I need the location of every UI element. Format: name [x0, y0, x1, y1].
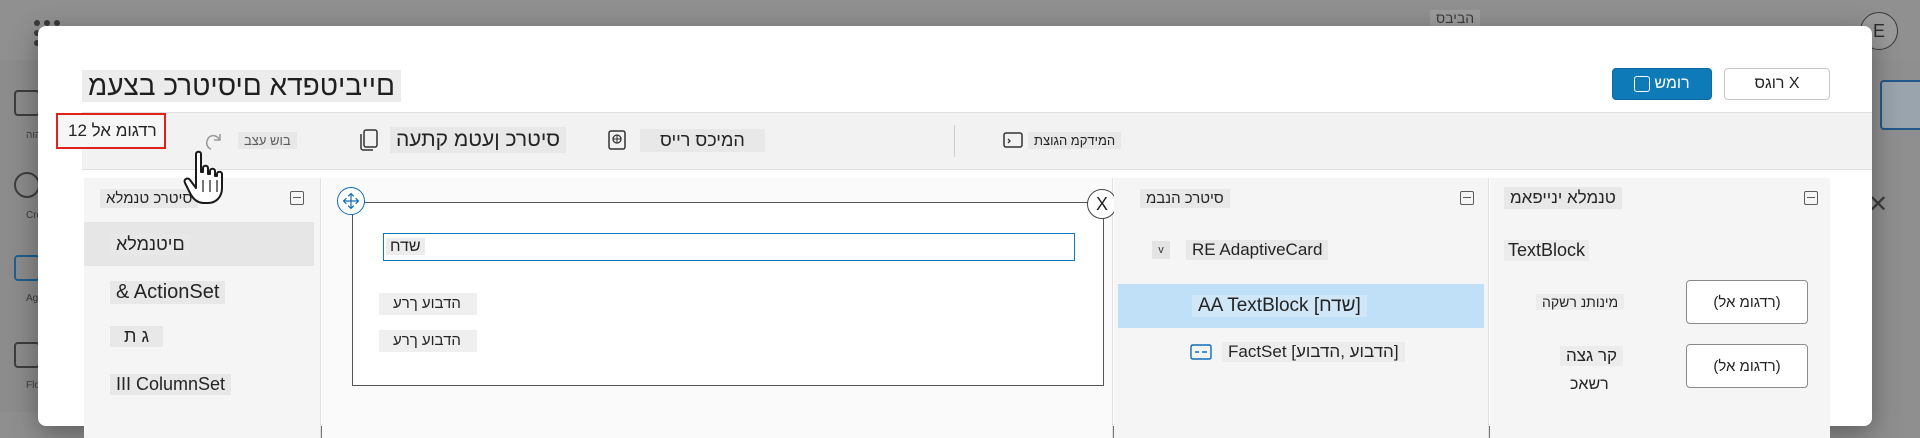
show-when-button[interactable]: (רדגומ אל) [1686, 344, 1808, 388]
card-elements-pane: סיטרכ טנמלא םיטנמלא & ActionSet ג ת III … [84, 178, 321, 438]
element-category-elements[interactable]: םיטנמלא [84, 222, 314, 266]
element-label: ג ת [110, 325, 164, 347]
create-icon [14, 172, 40, 198]
dialog-title: םייביטפדא םיסיטרכ בצעמ [82, 70, 401, 102]
card-structure-header: סיטרכ הנבמ [1140, 178, 1480, 218]
save-icon [1634, 76, 1651, 92]
schema-icon [608, 130, 626, 150]
show-when-label: קר גצה [1560, 346, 1624, 366]
agents-icon [14, 255, 40, 281]
close-button[interactable]: רוגס X [1724, 68, 1830, 100]
schema-explorer-button[interactable]: המיכס רייס [606, 123, 826, 157]
copy-card-json-label: סיטרכ ןעטמ קתעה [390, 127, 567, 153]
preview-icon [1003, 132, 1023, 148]
element-type-label: TextBlock [1504, 240, 1590, 261]
home-icon [14, 90, 40, 116]
element-properties-header: טנמלא ינייפאמ [1504, 178, 1822, 218]
tree-node-label: RE AdaptiveCard [1186, 240, 1329, 260]
collapse-icon[interactable] [290, 191, 304, 205]
undo-label: בוש עצב [238, 131, 297, 149]
data-binding-label: מינותנ רשקה [1536, 294, 1625, 310]
copy-card-json-button[interactable]: סיטרכ ןעטמ קתעה [358, 123, 618, 157]
designer-toolbar: בוש עצב סיטרכ ןעטמ קתעה המיכס רייס המידק… [82, 112, 1872, 170]
remove-element-button[interactable]: X [1087, 189, 1117, 219]
preview-label: המידקמ הגוצת [1028, 131, 1122, 149]
version-dropdown[interactable]: רדגומ אל 12 [56, 113, 166, 149]
canvas-textblock[interactable]: שדח [383, 233, 1075, 261]
background-panel-button [1880, 80, 1920, 130]
tree-node-textblock[interactable]: AA TextBlock [שדח] [1118, 284, 1484, 328]
element-properties-pane: טנמלא ינייפאמ TextBlock מינותנ רשקה (רדג… [1490, 178, 1830, 438]
card-preview[interactable]: X שדח הדבוע ךרע הדבוע ךרע [337, 187, 1117, 386]
element-label: & ActionSet [110, 280, 226, 304]
toolbar-divider [954, 125, 955, 157]
flows-icon [14, 342, 40, 368]
element-actionset[interactable]: & ActionSet [84, 270, 314, 314]
tree-node-factset[interactable]: FactSet [הדבוע ,הדבוע] [1118, 330, 1484, 374]
fact-value[interactable]: הדבוע ךרע [379, 293, 477, 315]
chevron-down-icon[interactable]: v [1152, 241, 1170, 259]
element-properties-header-label: טנמלא ינייפאמ [1504, 187, 1622, 209]
factset-icon [1190, 344, 1212, 360]
textblock-text: שדח [386, 238, 425, 255]
element-item[interactable]: ג ת [84, 314, 314, 358]
card-structure-header-label: סיטרכ הנבמ [1140, 188, 1230, 208]
show-when-label-line2: רשאכ [1564, 376, 1615, 394]
rail-label-agents: Ag [26, 293, 39, 304]
collapse-icon[interactable] [1804, 191, 1818, 205]
hand-cursor-icon [183, 150, 223, 204]
save-button-label: רומש [1654, 75, 1690, 92]
preview-button[interactable]: המידקמ הגוצת [1002, 123, 1202, 157]
background-app-title: הביבס [1430, 10, 1481, 26]
data-binding-button[interactable]: (רדגומ אל) [1686, 280, 1808, 324]
tree-node-adaptivecard[interactable]: v RE AdaptiveCard [1118, 228, 1484, 272]
collapse-icon[interactable] [1460, 191, 1474, 205]
element-label: III ColumnSet [110, 373, 232, 395]
move-icon[interactable] [337, 187, 365, 215]
save-button[interactable]: רומש [1612, 68, 1712, 100]
fact-value[interactable]: הדבוע ךרע [379, 330, 477, 352]
tree-node-label: AA TextBlock [שדח] [1192, 295, 1367, 317]
copy-icon [360, 129, 378, 151]
element-label: םיטנמלא [110, 233, 191, 255]
redo-icon [206, 134, 221, 150]
schema-explorer-label: המיכס רייס [640, 128, 765, 152]
design-canvas: X שדח הדבוע ךרע הדבוע ךרע [322, 178, 1117, 438]
element-columnset[interactable]: III ColumnSet [84, 362, 314, 406]
card-structure-pane: סיטרכ הנבמ v RE AdaptiveCard AA TextBloc… [1114, 178, 1489, 438]
tree-node-label: FactSet [הדבוע ,הדבוע] [1222, 342, 1405, 362]
